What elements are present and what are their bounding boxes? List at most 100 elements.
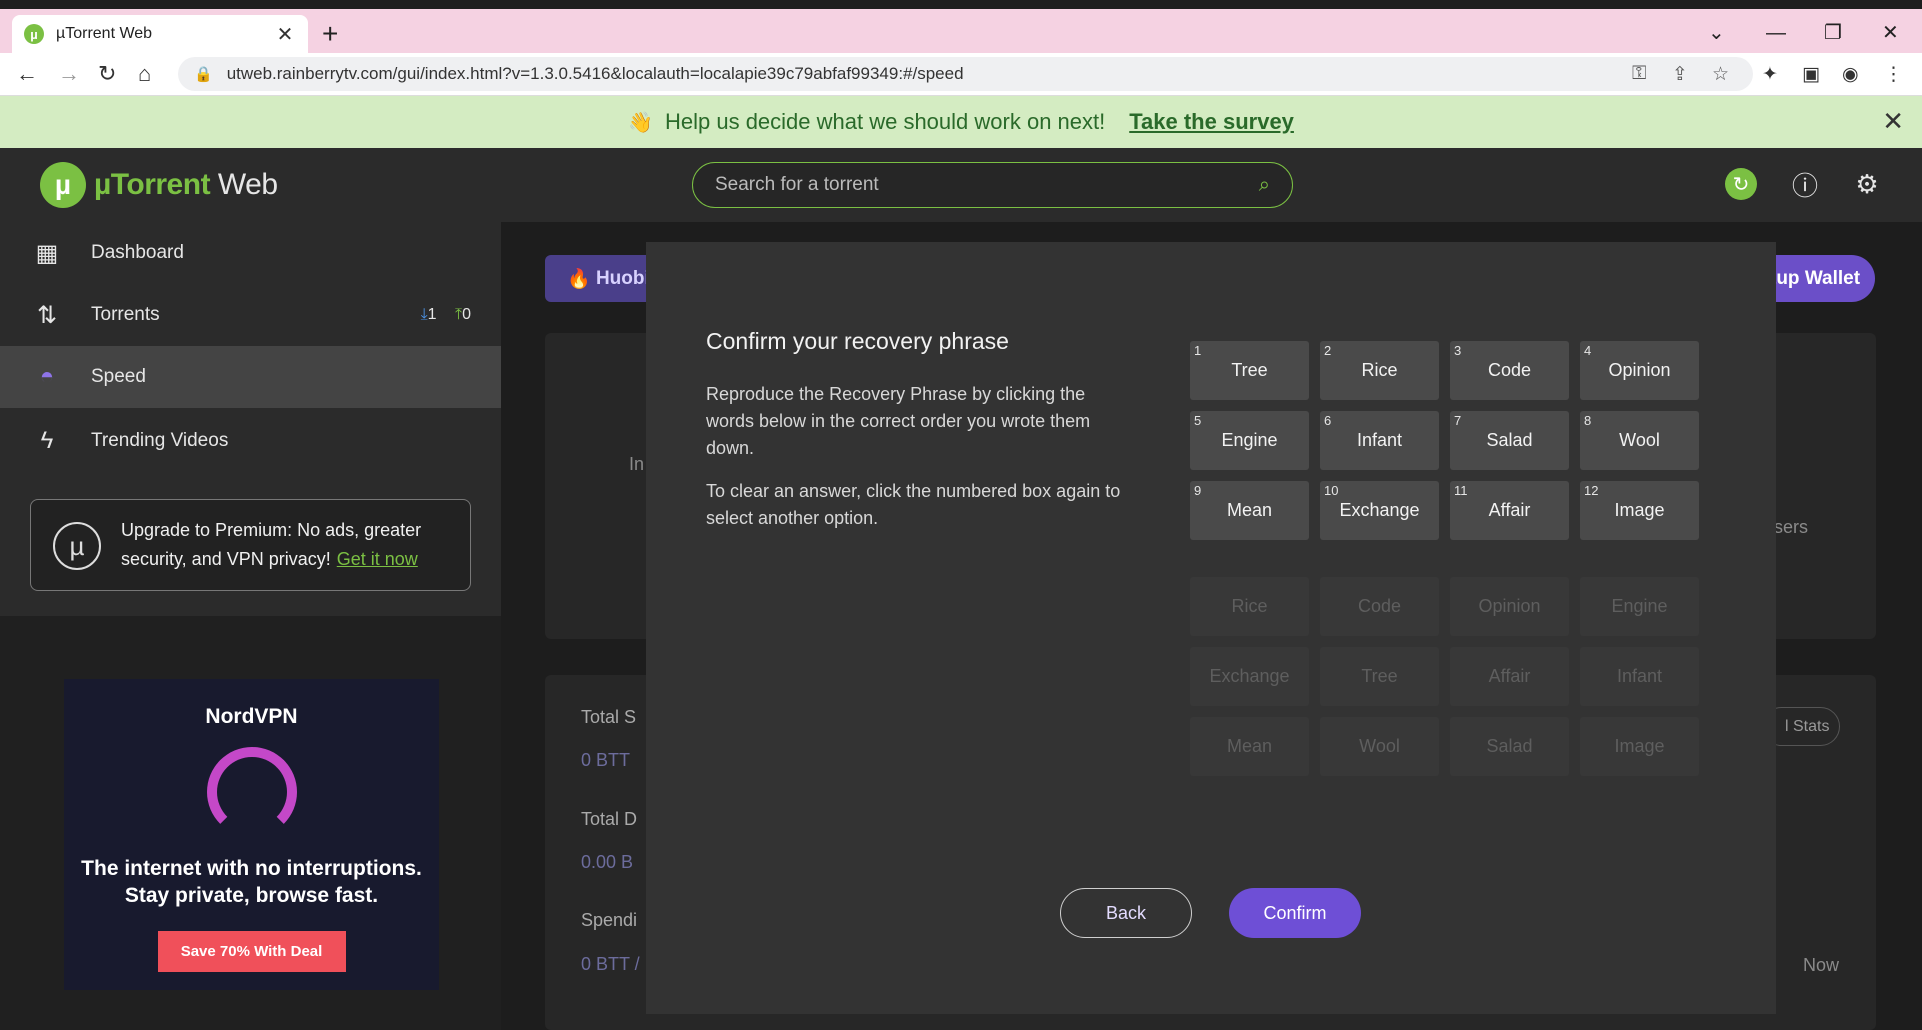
word-option[interactable]: Engine [1580,577,1699,636]
slot-number: 1 [1194,343,1202,358]
sidebar-item-label: Torrents [91,304,160,325]
url-text: utweb.rainberrytv.com/gui/index.html?v=1… [226,64,964,83]
sidebar-item-torrents[interactable]: ⇅ Torrents ⤓1 ⤒0 [0,284,501,346]
slot-word: Tree [1231,360,1268,380]
sidebar-item-trending-videos[interactable]: ϟ Trending Videos [0,410,501,472]
slot-word: Rice [1361,360,1398,380]
slot-word: Exchange [1339,500,1420,520]
spending-value: 0 BTT / [581,954,640,974]
profile-icon[interactable]: ◉ [1842,63,1859,86]
home-icon[interactable]: ⌂ [138,60,151,88]
now-label: Now [1803,955,1840,975]
word-option[interactable]: Affair [1450,647,1569,706]
answer-slot[interactable]: 11 Affair [1450,481,1569,540]
sidebar-item-dashboard[interactable]: ▦ Dashboard [0,222,501,284]
window-top-strip [0,0,1922,9]
bg-partial-text: In [629,454,645,474]
logo-text: µTorrent Web [94,168,278,202]
word-option[interactable]: Mean [1190,717,1309,776]
answer-slot[interactable]: 8 Wool [1580,411,1699,470]
torrent-search-input[interactable]: Search for a torrent ⌕ [692,162,1293,208]
tab-close-icon[interactable]: ✕ [274,22,296,47]
forward-arrow-icon[interactable]: → [58,60,80,88]
total-d-value: 0.00 B [581,852,634,872]
banner-close-icon[interactable]: ✕ [1882,108,1904,134]
premium-promo: µ Upgrade to Premium: No ads, greater se… [30,499,471,591]
nordvpn-ad[interactable]: NordVPN The internet with no interruptio… [64,679,439,990]
answer-slot[interactable]: 1 Tree [1190,341,1309,400]
answer-slot[interactable]: 2 Rice [1320,341,1439,400]
slot-word: Opinion [1608,360,1671,380]
address-bar: ← → ↻ ⌂ 🔒 utweb.rainberrytv.com/gui/inde… [0,53,1922,96]
answer-slot[interactable]: 4 Opinion [1580,341,1699,400]
word-option[interactable]: Infant [1580,647,1699,706]
tab-search-chevron-icon[interactable]: ⌄ [1708,19,1725,47]
answer-slot[interactable]: 5 Engine [1190,411,1309,470]
window-close-icon[interactable]: ✕ [1882,19,1899,47]
extensions-icon[interactable]: ✦ [1762,63,1778,86]
answer-slot[interactable]: 9 Mean [1190,481,1309,540]
slot-number: 12 [1584,483,1599,498]
survey-link[interactable]: Take the survey [1129,109,1294,135]
premium-logo-icon: µ [53,522,101,570]
menu-kebab-icon[interactable]: ⋮ [1884,63,1903,86]
ad-brand: NordVPN [205,705,298,728]
app-header: µ µTorrent Web Search for a torrent ⌕ ↻ … [0,148,1922,222]
url-field[interactable]: 🔒 utweb.rainberrytv.com/gui/index.html?v… [178,57,1753,91]
new-tab-plus-icon[interactable]: + [322,19,338,49]
utorrent-logo[interactable]: µ µTorrent Web [40,162,278,208]
confirm-button[interactable]: Confirm [1229,888,1361,938]
torrent-counts: ⤓1 ⤒0 [421,306,471,324]
help-icon[interactable]: ⓘ [1789,168,1821,201]
answer-slot[interactable]: 7 Salad [1450,411,1569,470]
ad-headline: The internet with no interruptions. Stay… [64,855,439,909]
word-option[interactable]: Exchange [1190,647,1309,706]
back-button[interactable]: Back [1060,888,1192,938]
remote-status-icon[interactable]: ↻ [1725,168,1757,200]
download-arrow-icon: ⤓ [420,306,428,323]
slot-word: Image [1614,500,1665,520]
restore-icon[interactable]: ❐ [1824,19,1842,47]
key-icon[interactable]: ⚿ [1632,63,1646,85]
settings-gear-icon[interactable]: ⚙ [1851,168,1883,200]
dashboard-grid-icon: ▦ [35,239,59,267]
logo-text-brand: µTorrent [94,168,211,201]
slot-word: Salad [1486,430,1533,450]
slot-word: Infant [1356,430,1403,450]
answer-slot[interactable]: 6 Infant [1320,411,1439,470]
answer-slot[interactable]: 10 Exchange [1320,481,1439,540]
star-icon[interactable]: ☆ [1712,63,1729,86]
spending-label: Spendi [581,910,638,930]
slot-word: Affair [1488,500,1531,520]
sidebar-item-label: Speed [91,366,146,387]
word-option[interactable]: Rice [1190,577,1309,636]
slot-word: Code [1487,360,1532,380]
share-icon[interactable]: ⇪ [1672,63,1688,86]
slot-number: 11 [1454,483,1468,498]
total-d-label: Total D [581,809,638,829]
word-option[interactable]: Code [1320,577,1439,636]
word-option[interactable]: Tree [1320,647,1439,706]
ad-cta-button[interactable]: Save 70% With Deal [157,931,346,972]
slot-number: 7 [1454,413,1462,428]
word-option[interactable]: Wool [1320,717,1439,776]
sidepanel-icon[interactable]: ▣ [1802,63,1820,86]
slot-number: 5 [1194,413,1202,428]
minimize-icon[interactable]: — [1766,19,1786,47]
word-option[interactable]: Opinion [1450,577,1569,636]
get-it-now-link[interactable]: Get it now [337,549,418,569]
reload-icon[interactable]: ↻ [98,60,116,88]
back-arrow-icon[interactable]: ← [16,60,38,88]
utorrent-logo-icon: µ [40,162,86,208]
word-option[interactable]: Salad [1450,717,1569,776]
total-s-label: Total S [581,707,637,727]
sidebar-item-speed[interactable]: ◓ Speed [0,346,501,408]
slot-number: 3 [1454,343,1462,358]
slot-number: 4 [1584,343,1592,358]
search-icon[interactable]: ⌕ [1259,174,1270,197]
slot-word: Wool [1619,430,1660,450]
answer-slot[interactable]: 3 Code [1450,341,1569,400]
answer-slot[interactable]: 12 Image [1580,481,1699,540]
word-option[interactable]: Image [1580,717,1699,776]
browser-tab[interactable]: µ µTorrent Web ✕ [12,15,308,53]
